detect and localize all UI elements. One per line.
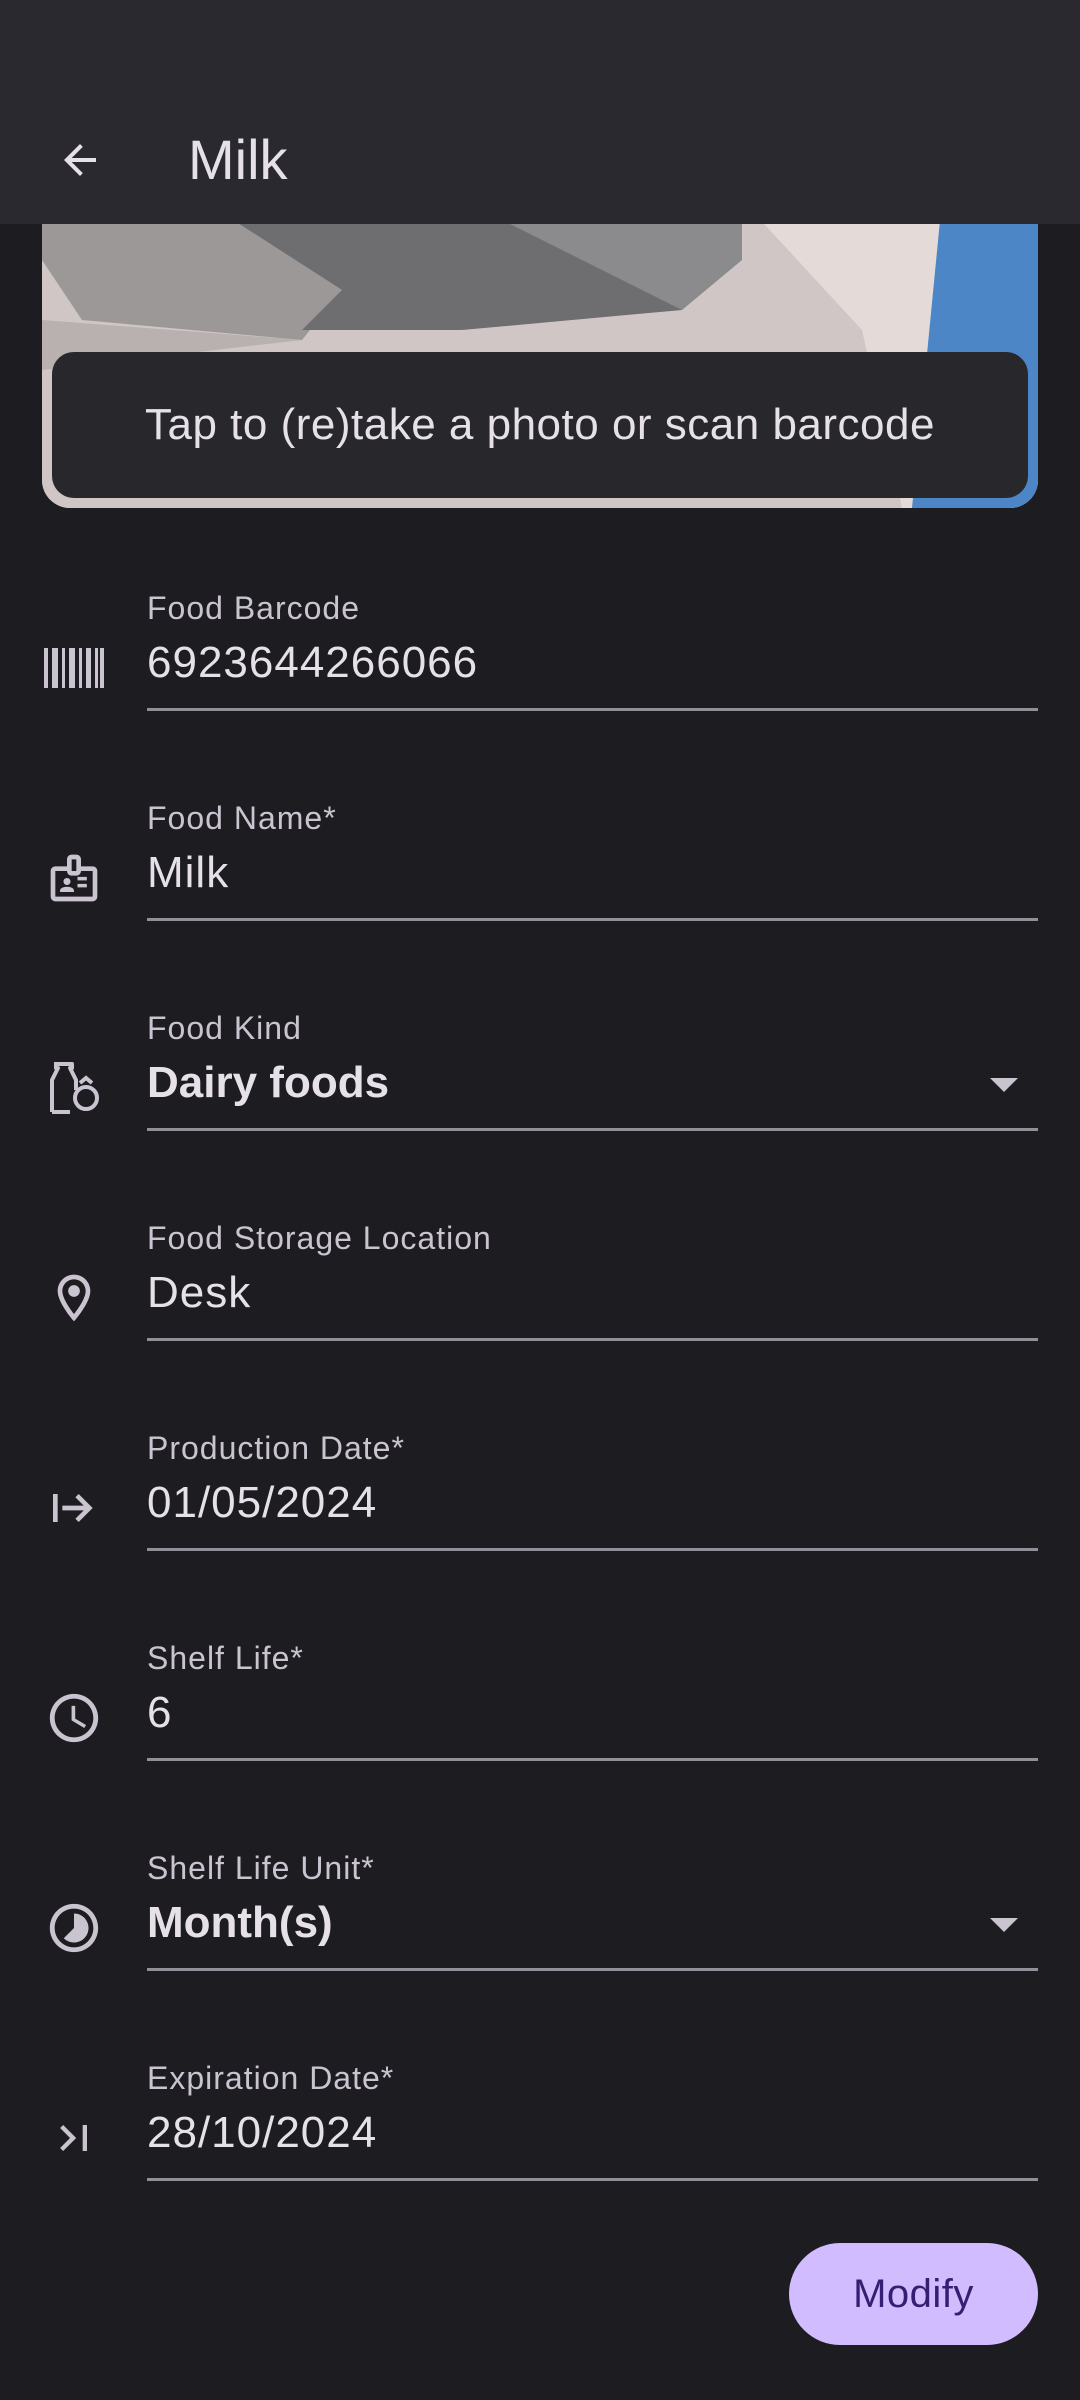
field-label: Expiration Date*	[147, 2060, 395, 2096]
field-label: Shelf Life*	[147, 1640, 304, 1676]
dropdown-arrow-icon[interactable]	[990, 1078, 1018, 1092]
dropdown-arrow-icon[interactable]	[990, 1918, 1018, 1932]
modify-button[interactable]: Modify	[789, 2243, 1038, 2345]
food-name-input[interactable]: Milk	[147, 848, 229, 898]
field-underline	[147, 1968, 1038, 1971]
shelf-life-unit-select[interactable]: Month(s)	[147, 1898, 333, 1948]
expiration-date-input[interactable]: 28/10/2024	[147, 2108, 377, 2158]
food-kind-field[interactable]: Food Kind Dairy foods	[0, 990, 1080, 1200]
field-label: Production Date*	[147, 1430, 405, 1466]
top-app-bar: Milk	[0, 96, 1080, 224]
location-pin-icon	[40, 1264, 108, 1332]
shelf-life-input[interactable]: 6	[147, 1688, 172, 1738]
field-underline	[147, 1338, 1038, 1341]
field-underline	[147, 1548, 1038, 1551]
food-barcode-field[interactable]: Food Barcode 6923644266066	[0, 570, 1080, 780]
timelapse-icon	[40, 1894, 108, 1962]
arrow-back-icon	[64, 144, 96, 176]
back-button[interactable]	[44, 124, 116, 196]
badge-icon	[40, 844, 108, 912]
food-kind-icon	[40, 1054, 108, 1122]
status-bar	[0, 0, 1080, 96]
food-storage-location-input[interactable]: Desk	[147, 1268, 251, 1318]
shelf-life-unit-field[interactable]: Shelf Life Unit* Month(s)	[0, 1830, 1080, 2040]
field-underline	[147, 708, 1038, 711]
field-underline	[147, 1758, 1038, 1761]
shelf-life-field[interactable]: Shelf Life* 6	[0, 1620, 1080, 1830]
page-title: Milk	[188, 128, 288, 191]
food-name-field[interactable]: Food Name* Milk	[0, 780, 1080, 990]
retake-photo-button[interactable]: Tap to (re)take a photo or scan barcode	[52, 352, 1028, 498]
expiration-date-field[interactable]: Expiration Date* 28/10/2024	[0, 2040, 1080, 2250]
clock-icon	[40, 1684, 108, 1752]
field-label: Food Storage Location	[147, 1220, 492, 1256]
food-storage-location-field[interactable]: Food Storage Location Desk	[0, 1200, 1080, 1410]
field-underline	[147, 2178, 1038, 2181]
production-date-input[interactable]: 01/05/2024	[147, 1478, 377, 1528]
food-kind-select[interactable]: Dairy foods	[147, 1058, 389, 1108]
field-underline	[147, 918, 1038, 921]
production-date-field[interactable]: Production Date* 01/05/2024	[0, 1410, 1080, 1620]
food-barcode-input[interactable]: 6923644266066	[147, 638, 478, 688]
photo-card[interactable]: Tap to (re)take a photo or scan barcode	[42, 200, 1038, 508]
field-underline	[147, 1128, 1038, 1131]
last-page-icon	[40, 2104, 108, 2172]
field-label: Food Kind	[147, 1010, 302, 1046]
field-label: Food Name*	[147, 800, 337, 836]
arrow-right-to-line-icon	[40, 1474, 108, 1542]
field-label: Food Barcode	[147, 590, 361, 626]
barcode-icon	[40, 634, 108, 702]
field-label: Shelf Life Unit*	[147, 1850, 375, 1886]
